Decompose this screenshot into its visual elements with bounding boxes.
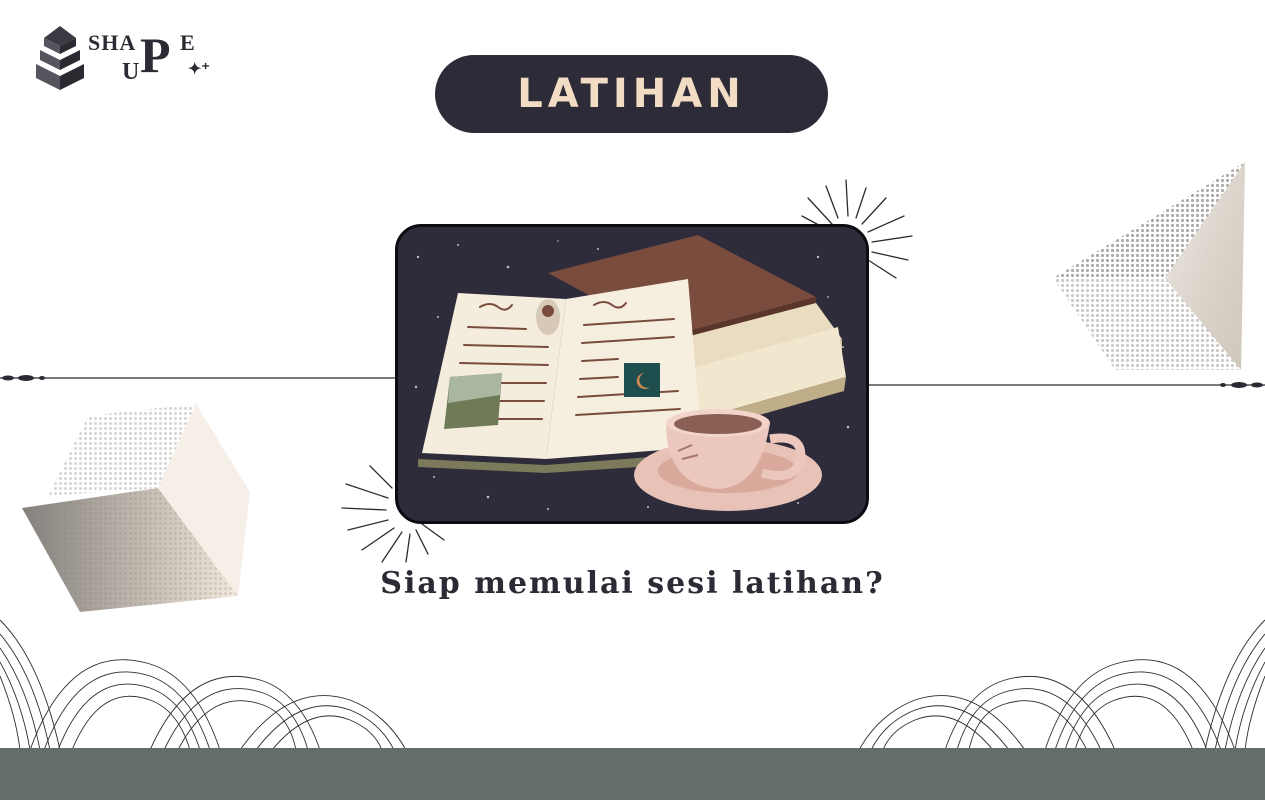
page-title: LATIHAN: [517, 71, 746, 117]
dotted-pyramid-decoration: [1053, 162, 1245, 370]
logo-text-p: P: [140, 27, 171, 83]
sparkle-icon: ✦⁺: [188, 61, 210, 78]
logo-text-u: U: [122, 59, 140, 85]
illustration-card: [395, 224, 869, 524]
ornament-line-right: [868, 382, 1265, 388]
books-and-coffee-icon: [414, 235, 850, 511]
ornament-line-left: [0, 375, 395, 381]
logo-text-sha: SHA: [88, 30, 137, 55]
page-title-pill: LATIHAN: [435, 55, 828, 133]
building-stack-icon: [36, 26, 84, 90]
brand-logo: SHA P E U ✦⁺: [32, 24, 222, 96]
session-prompt-text: Siap memulai sesi latihan?: [380, 566, 885, 601]
wave-lines-left: [0, 619, 407, 750]
footer-bar: [0, 748, 1265, 800]
logo-text-e: E: [180, 30, 195, 55]
wave-lines-right: [858, 619, 1265, 750]
